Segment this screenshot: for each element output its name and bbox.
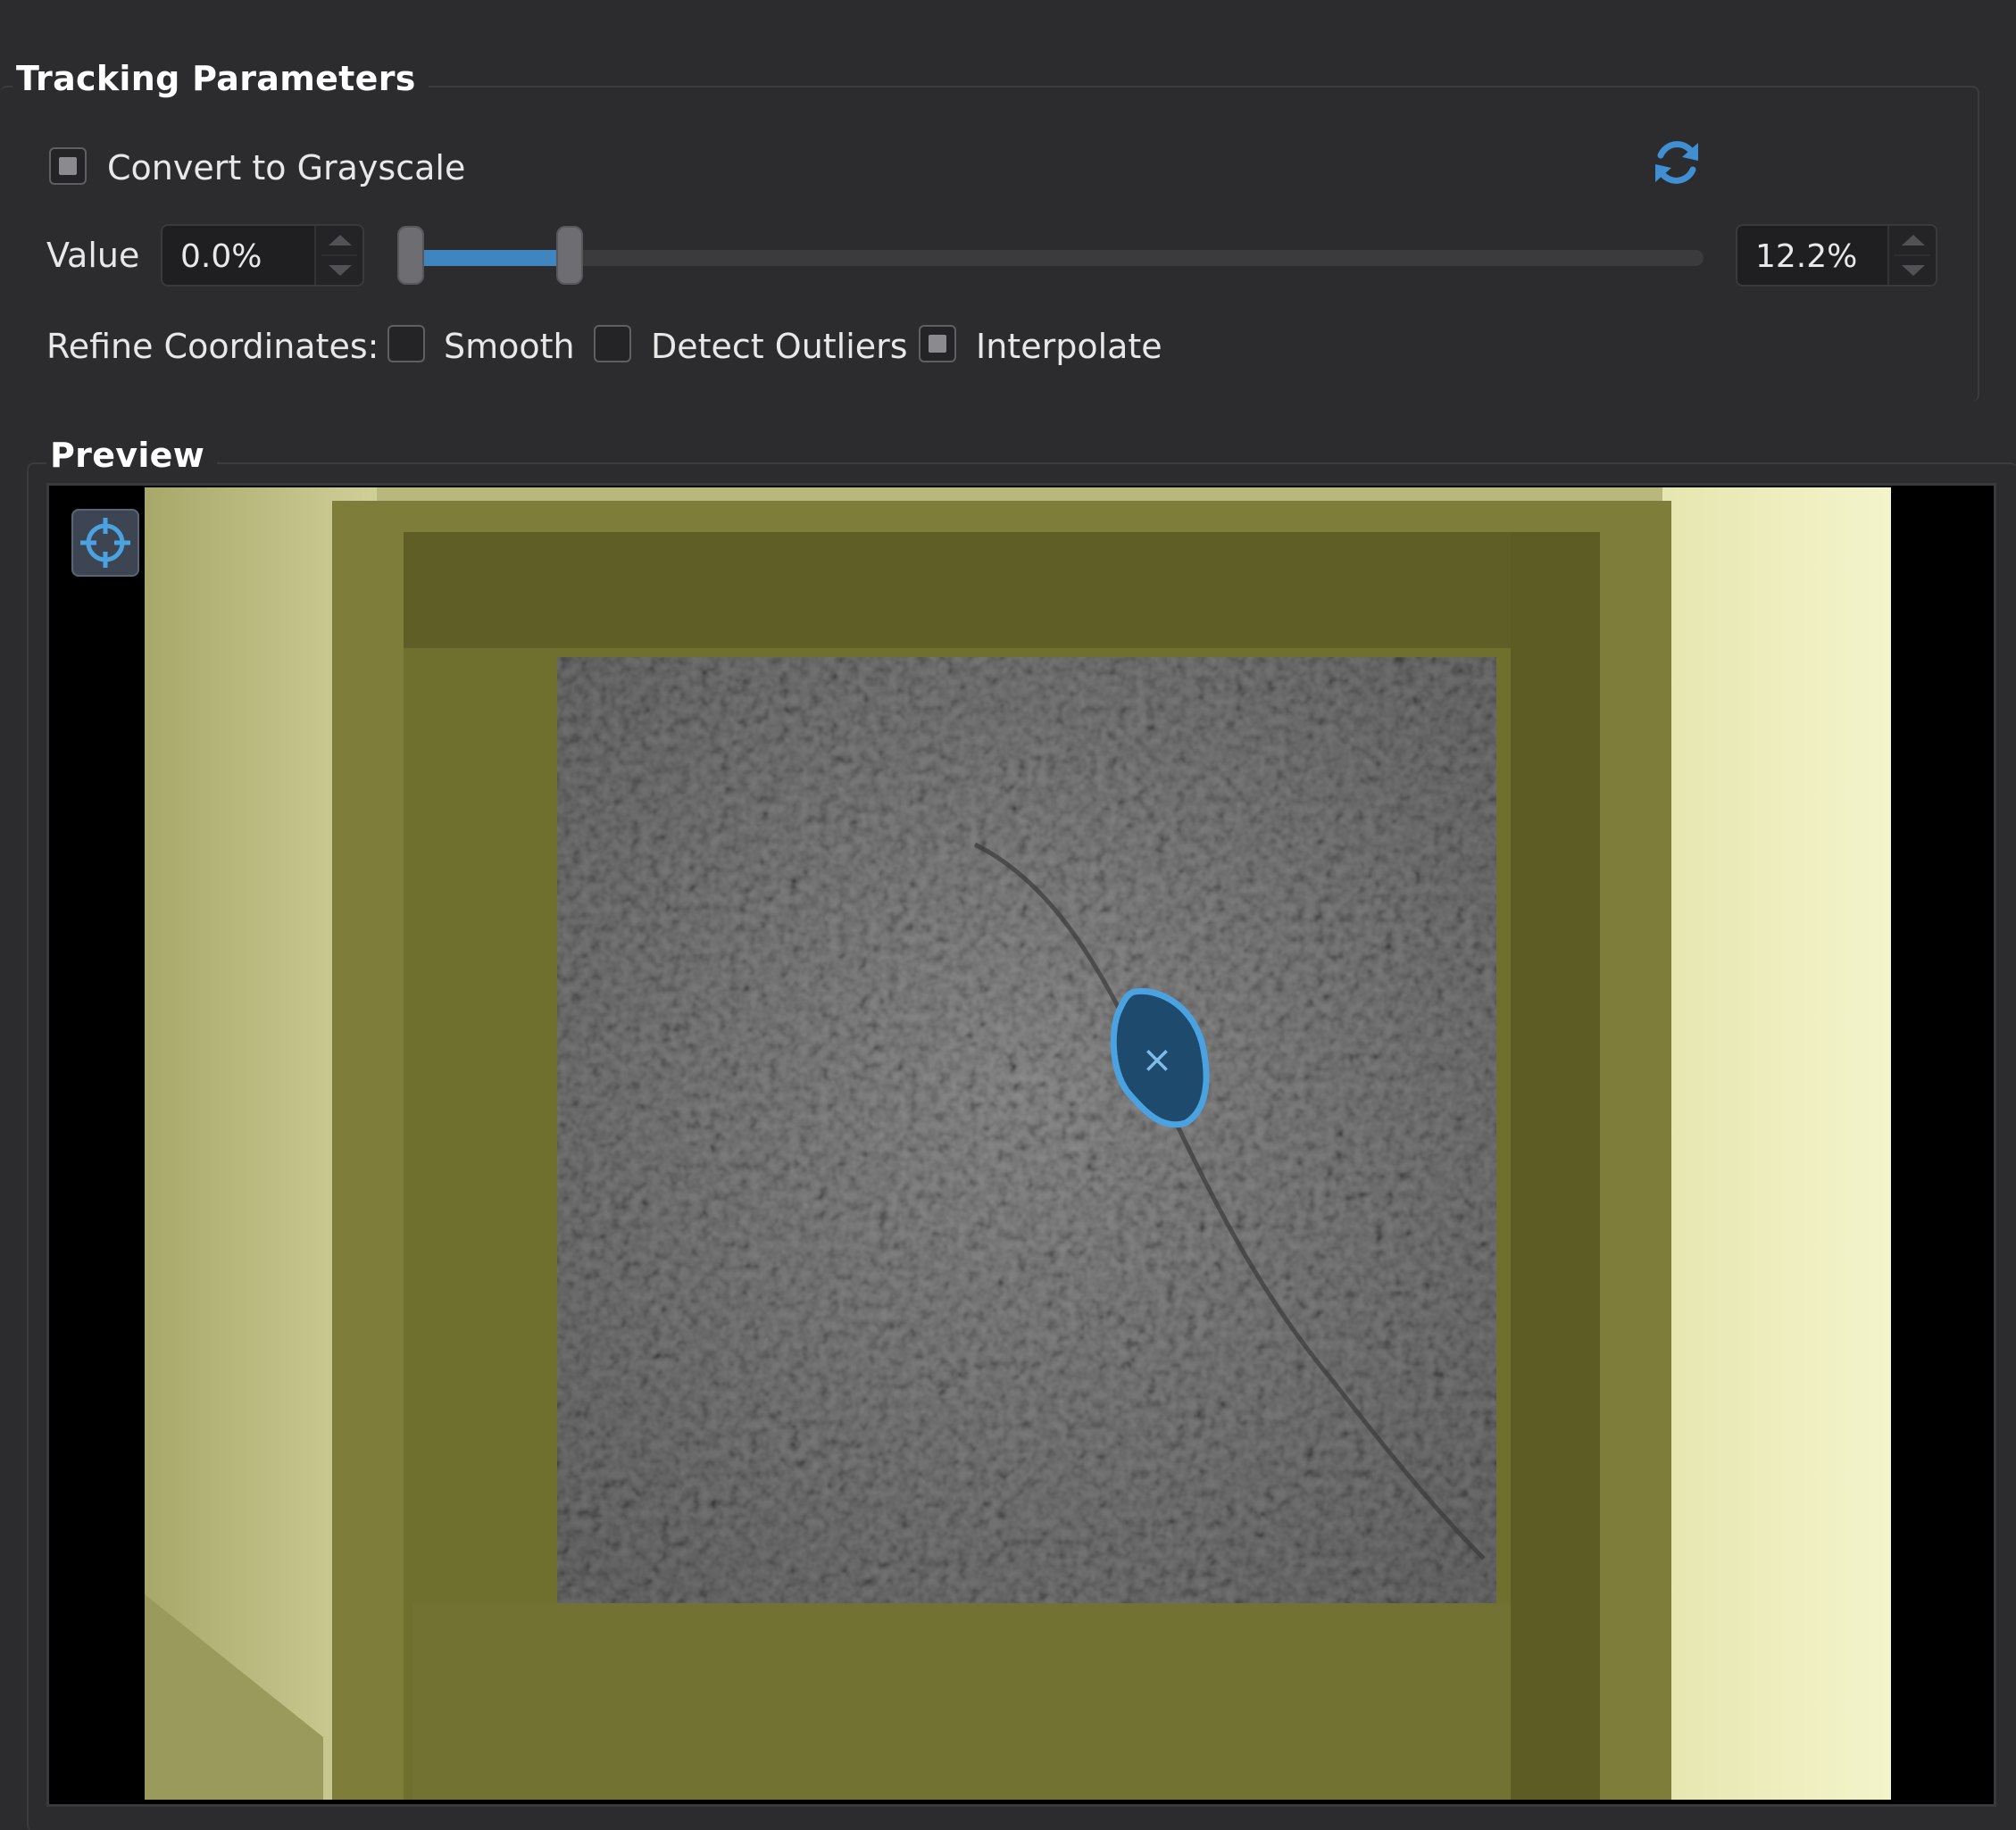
smooth-checkbox[interactable]: [387, 325, 425, 362]
refine-coordinates-label: Refine Coordinates:: [46, 327, 379, 366]
min-value-text[interactable]: 0.0%: [180, 238, 262, 275]
blob-centroid-marker: ×: [1141, 1037, 1172, 1081]
spin-down-icon[interactable]: [329, 265, 352, 276]
min-value-arrows[interactable]: [314, 226, 362, 285]
arena-floor: [557, 657, 1496, 1603]
preview-image[interactable]: ×: [145, 487, 1891, 1800]
arena-bottom-wall: [412, 1603, 1591, 1800]
range-slider-min-handle[interactable]: [397, 226, 424, 285]
range-slider-max-handle[interactable]: [556, 226, 584, 285]
background-right: [1662, 487, 1891, 1800]
range-slider-fill: [411, 250, 571, 266]
spin-separator: [1895, 254, 1930, 256]
max-value-arrows[interactable]: [1887, 226, 1936, 285]
detect-outliers-label[interactable]: Detect Outliers: [651, 327, 908, 366]
refresh-icon[interactable]: [1648, 134, 1705, 191]
crosshair-icon: [80, 518, 130, 568]
arena-top-wall: [404, 532, 1600, 648]
tracking-parameters-title: Tracking Parameters: [12, 59, 429, 98]
detect-outliers-checkbox[interactable]: [594, 325, 631, 362]
range-slider-track[interactable]: [398, 250, 1704, 266]
max-value-spinbox[interactable]: 12.2%: [1736, 224, 1937, 287]
interpolate-checkbox[interactable]: [919, 325, 956, 362]
max-value-text[interactable]: 12.2%: [1755, 238, 1857, 275]
spin-up-icon[interactable]: [1902, 235, 1925, 245]
spin-separator: [321, 254, 357, 256]
interpolate-label[interactable]: Interpolate: [976, 327, 1162, 366]
min-value-spinbox[interactable]: 0.0%: [161, 224, 364, 287]
spin-down-icon[interactable]: [1902, 265, 1925, 276]
grayscale-label[interactable]: Convert to Grayscale: [107, 148, 465, 187]
spin-up-icon[interactable]: [329, 235, 352, 245]
value-label: Value: [46, 236, 140, 275]
crosshair-button[interactable]: [71, 509, 139, 577]
preview-title: Preview: [46, 436, 218, 475]
tracking-panel: Tracking Parameters Convert to Grayscale…: [0, 0, 2016, 1830]
grayscale-checkbox[interactable]: [49, 147, 87, 185]
smooth-label[interactable]: Smooth: [444, 327, 575, 366]
arena-right-wall: [1511, 532, 1600, 1800]
